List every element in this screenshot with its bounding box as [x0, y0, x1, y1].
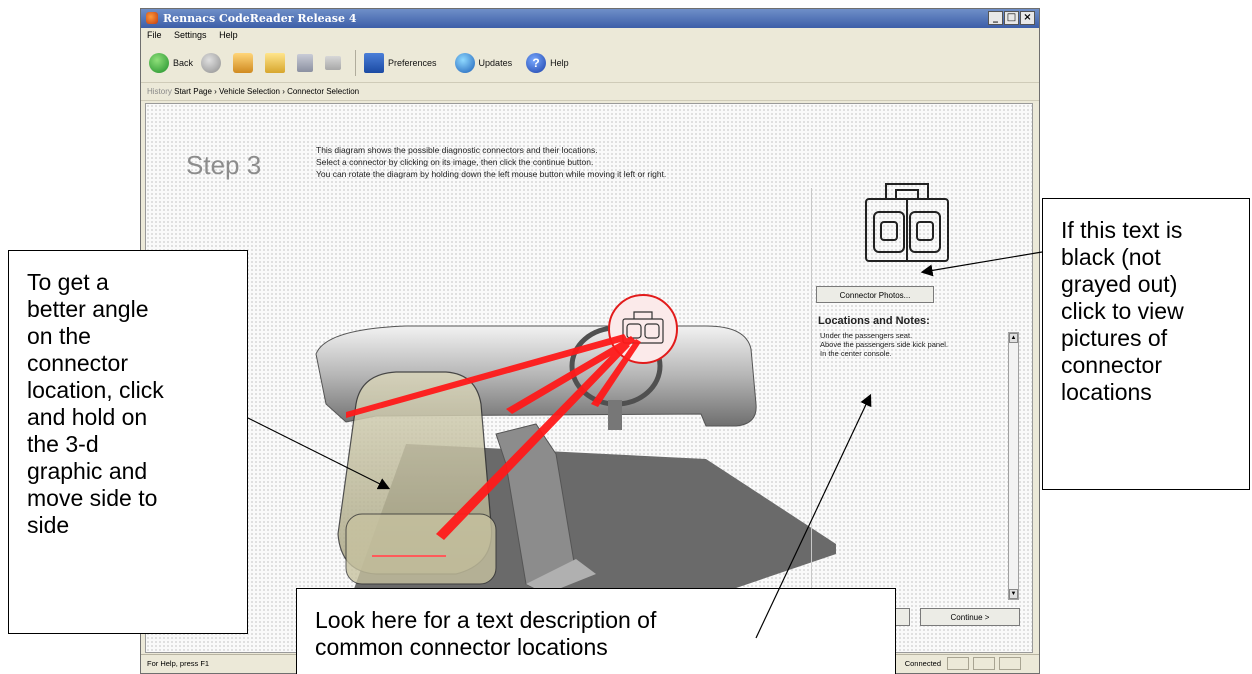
note-line: In the center console. [820, 349, 892, 358]
open-button[interactable] [265, 53, 289, 73]
callout-line: connector [27, 350, 129, 376]
callout-line: click to view [1061, 298, 1184, 324]
minimize-button[interactable]: _ [988, 11, 1003, 25]
callout-line: move side to [27, 485, 158, 511]
toolbar: Back Preferences Updates ? Help [141, 44, 1039, 82]
title-bar[interactable]: Rennacs CodeReader Release 4 _ □ × [141, 9, 1039, 28]
continue-button[interactable]: Continue > [920, 608, 1020, 626]
callout-line: connector [1061, 352, 1163, 378]
notes-scrollbar[interactable]: ▲ ▼ [1008, 332, 1019, 600]
close-button[interactable]: × [1020, 11, 1035, 25]
connection-status: Connected [904, 659, 941, 668]
callout-line: better angle [27, 296, 149, 322]
connector-3d-diagram[interactable] [146, 104, 1034, 654]
help-button[interactable]: ? Help [526, 53, 569, 73]
back-label: Back [173, 58, 194, 68]
status-panel [947, 657, 969, 670]
callout-rotate-diagram: To get a better angle on the connector l… [8, 250, 248, 634]
scroll-up-arrow-icon[interactable]: ▲ [1009, 333, 1018, 343]
menu-bar: File Settings Help [141, 28, 1039, 43]
history-breadcrumb: History Start Page › Vehicle Selection ›… [141, 82, 1039, 101]
preferences-icon [364, 53, 385, 73]
callout-line: the 3-d [27, 431, 99, 457]
callout-line: If this text is [1061, 217, 1183, 243]
main-panel: Step 3 This diagram shows the possible d… [145, 103, 1033, 653]
callout-line: grayed out) [1061, 271, 1178, 297]
globe-icon [454, 53, 475, 73]
callout-location-notes: Look here for a text description of comm… [296, 588, 896, 674]
status-panel [973, 657, 995, 670]
window-controls: _ □ × [988, 11, 1035, 25]
save-button[interactable] [297, 54, 317, 72]
steering-column [608, 400, 622, 430]
callout-line: pictures of [1061, 325, 1168, 351]
print-icon [325, 56, 342, 70]
callout-line: Look here for a text description of [315, 607, 657, 633]
callout-line: To get a [27, 269, 109, 295]
history-label: History [147, 87, 172, 96]
home-button[interactable] [233, 53, 257, 73]
help-label: Help [550, 58, 569, 68]
menu-settings[interactable]: Settings [174, 30, 207, 40]
connector-photos-button[interactable]: Connector Photos... [816, 286, 934, 303]
save-icon [297, 54, 314, 72]
scroll-down-arrow-icon[interactable]: ▼ [1009, 589, 1018, 599]
panel-divider [811, 188, 812, 648]
callout-line: black (not [1061, 244, 1161, 270]
print-button[interactable] [325, 56, 345, 70]
back-arrow-icon [149, 53, 169, 73]
menu-file[interactable]: File [147, 30, 162, 40]
note-line: Above the passengers side kick panel. [820, 340, 948, 349]
locations-heading: Locations and Notes: [818, 315, 930, 327]
status-help-text: For Help, press F1 [147, 659, 210, 668]
preferences-label: Preferences [388, 58, 437, 68]
menu-help[interactable]: Help [219, 30, 238, 40]
callout-line: graphic and [27, 458, 148, 484]
open-folder-icon [265, 53, 286, 73]
seat-cushion [345, 513, 497, 585]
back-button[interactable]: Back [149, 53, 193, 73]
app-icon [146, 12, 158, 24]
preferences-button[interactable]: Preferences [364, 53, 437, 73]
forward-button[interactable] [201, 53, 225, 73]
window-title: Rennacs CodeReader Release 4 [163, 12, 357, 25]
callout-line: location, click [27, 377, 164, 403]
callout-line: common connector locations [315, 634, 608, 660]
callout-connector-photos: If this text is black (not grayed out) c… [1042, 198, 1250, 490]
home-icon [233, 53, 254, 73]
callout-line: side [27, 512, 70, 538]
callout-line: on the [27, 323, 91, 349]
updates-button[interactable]: Updates [454, 53, 513, 73]
history-path[interactable]: Start Page › Vehicle Selection › Connect… [174, 87, 359, 96]
locations-notes: Under the passengers seat. Above the pas… [820, 331, 948, 358]
updates-label: Updates [478, 58, 513, 68]
forward-arrow-icon [201, 53, 222, 73]
status-panel [999, 657, 1021, 670]
app-window: Rennacs CodeReader Release 4 _ □ × File … [140, 8, 1040, 674]
toolbar-separator [355, 50, 357, 76]
maximize-button[interactable]: □ [1004, 11, 1019, 25]
note-line: Under the passengers seat. [820, 331, 913, 340]
callout-line: locations [1061, 379, 1152, 405]
callout-line: and hold on [27, 404, 148, 430]
help-icon: ? [526, 53, 547, 73]
